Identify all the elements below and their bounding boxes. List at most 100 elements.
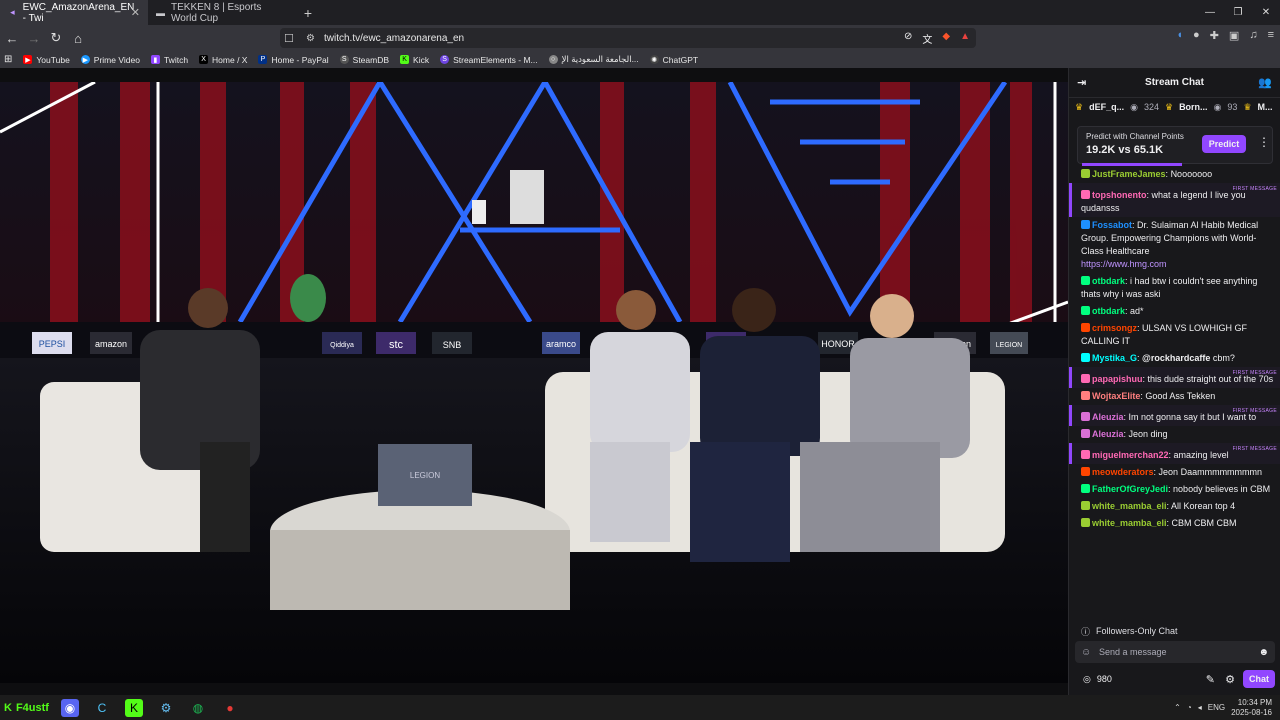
user-badge-icon bbox=[1081, 220, 1090, 229]
chat-username[interactable]: FatherOfGreyJedi bbox=[1092, 484, 1168, 494]
sidebar-icon[interactable]: ▣ bbox=[1229, 29, 1239, 42]
chat-text: nobody believes in CBM bbox=[1173, 484, 1271, 494]
bookmark-streamelements[interactable]: S StreamElements - M... bbox=[440, 55, 538, 65]
channel-points-icon[interactable]: ◎ bbox=[1083, 674, 1091, 685]
chat-username[interactable]: crimsongz bbox=[1092, 323, 1137, 333]
chat-mention[interactable]: @rockhardcaffe bbox=[1142, 353, 1210, 363]
user-badge-icon bbox=[1081, 353, 1090, 362]
info-icon: ⓘ bbox=[1081, 626, 1091, 637]
svg-text:HONOR: HONOR bbox=[821, 339, 855, 349]
minimize-button[interactable]: — bbox=[1196, 0, 1224, 25]
steam-icon[interactable]: ⚙ bbox=[157, 699, 175, 717]
chat-username[interactable]: otbdark bbox=[1092, 306, 1125, 316]
tab-bar: ◂ EWC_AmazonArena_EN - Twi ✕ ▬ TEKKEN 8 … bbox=[0, 0, 1280, 25]
address-bar[interactable]: ☐ ⚙ twitch.tv/ewc_amazonarena_en ⊘ 文 ◆ ▲ bbox=[280, 28, 976, 48]
taskbar-apps: ◉ C K ⚙ ◍ ● bbox=[60, 698, 239, 717]
chat-username[interactable]: Aleuzia bbox=[1092, 429, 1124, 439]
chat-username[interactable]: Fossabot bbox=[1092, 220, 1132, 230]
address-actions: ⊘ 文 ◆ ▲ bbox=[904, 31, 970, 46]
video-player[interactable]: PEPSI amazon aramco Qiddiya stc SNB aram… bbox=[0, 82, 1068, 683]
close-tab-icon[interactable]: ✕ bbox=[131, 6, 140, 19]
chatgpt-icon: ✺ bbox=[649, 55, 659, 64]
predict-value: 19.2K vs 65.1K bbox=[1086, 144, 1164, 156]
bookmark-icon[interactable]: ☐ bbox=[284, 32, 294, 45]
discord-icon[interactable]: ◉ bbox=[60, 698, 79, 717]
chevron-up-icon[interactable]: ⌃ bbox=[1174, 703, 1181, 712]
music-icon[interactable]: ♫ bbox=[1249, 29, 1257, 42]
chat-message: FIRST MESSAGE papapishuu: this dude strai… bbox=[1069, 367, 1280, 388]
first-message-flag: FIRST MESSAGE bbox=[1232, 446, 1277, 452]
pin-icon[interactable]: ✎ bbox=[1206, 673, 1215, 686]
sponsor-amazon: amazon bbox=[90, 332, 132, 354]
bookmark-steamdb[interactable]: S SteamDB bbox=[339, 55, 389, 65]
chat-text: CBM CBM CBM bbox=[1171, 518, 1237, 528]
chat-username[interactable]: meowderators bbox=[1092, 467, 1154, 477]
settings-icon[interactable]: ⚙ bbox=[1225, 673, 1235, 686]
taskbar-user[interactable]: K F4ustf bbox=[0, 702, 49, 714]
home-button[interactable]: ⌂ bbox=[68, 26, 88, 50]
translate-icon[interactable]: 文 bbox=[922, 31, 932, 46]
chat-input[interactable]: ☺ Send a message ☻ bbox=[1075, 641, 1275, 663]
more-options-icon[interactable]: ⋮ bbox=[1258, 135, 1270, 149]
chat-username[interactable]: Aleuzia bbox=[1092, 412, 1124, 422]
sponsor-legion: LEGION bbox=[990, 332, 1028, 354]
chat-username[interactable]: miguelmerchan22 bbox=[1092, 450, 1169, 460]
obs-icon[interactable]: ● bbox=[221, 699, 239, 717]
spotify-icon[interactable]: ◍ bbox=[189, 699, 207, 717]
bookmark-prime-video[interactable]: ▶ Prime Video bbox=[80, 55, 140, 65]
bookmark-chatgpt[interactable]: ✺ ChatGPT bbox=[649, 55, 698, 65]
tab-twitch[interactable]: ◂ EWC_AmazonArena_EN - Twi ✕ bbox=[0, 0, 148, 25]
maximize-button[interactable]: ❐ bbox=[1224, 0, 1252, 25]
bookmark-youtube[interactable]: ▶ YouTube bbox=[23, 55, 70, 65]
window-controls: — ❐ ✕ bbox=[1196, 0, 1280, 25]
collapse-chat-icon[interactable]: ⇥ bbox=[1077, 76, 1086, 89]
eye-icon: ◉ bbox=[1130, 101, 1138, 112]
chat-username[interactable]: JustFrameJames bbox=[1092, 169, 1166, 179]
predict-button[interactable]: Predict bbox=[1202, 135, 1246, 153]
site-info-icon[interactable]: ⚙ bbox=[306, 33, 315, 44]
toolbar: ← → ↻ ⌂ ☐ ⚙ twitch.tv/ewc_amazonarena_en… bbox=[0, 25, 1280, 51]
player-gap bbox=[0, 68, 1068, 82]
chat-username[interactable]: topshonento bbox=[1092, 190, 1147, 200]
tab-tekken[interactable]: ▬ TEKKEN 8 | Esports World Cup bbox=[148, 0, 296, 25]
chat-title: Stream Chat bbox=[1145, 77, 1204, 88]
chat-username[interactable]: white_mamba_eli bbox=[1092, 518, 1167, 528]
back-button[interactable]: ← bbox=[2, 26, 22, 50]
puzzle-icon[interactable]: ✚ bbox=[1210, 29, 1219, 42]
language-indicator[interactable]: ENG bbox=[1208, 703, 1225, 712]
wifi-icon[interactable]: ◔ bbox=[1187, 703, 1192, 712]
user-badge-icon bbox=[1081, 169, 1090, 178]
chat-username[interactable]: papapishuu bbox=[1092, 374, 1143, 384]
chat-username[interactable]: white_mamba_eli bbox=[1092, 501, 1167, 511]
users-icon[interactable]: 👥 bbox=[1258, 76, 1272, 89]
chat-send-button[interactable]: Chat bbox=[1243, 670, 1275, 688]
clock[interactable]: 10:34 PM 2025-08-16 bbox=[1231, 698, 1272, 718]
reload-button[interactable]: ↻ bbox=[46, 26, 66, 50]
chat-username[interactable]: otbdark bbox=[1092, 276, 1125, 286]
bookmark-twitch[interactable]: ▮ Twitch bbox=[150, 55, 188, 65]
chat-username[interactable]: WojtaxElite bbox=[1092, 391, 1140, 401]
bookmark-paypal[interactable]: P Home - PayPal bbox=[258, 55, 329, 65]
bookmarks-bar: ⊞ ▶ YouTube ▶ Prime Video ▮ Twitch X Home / … bbox=[0, 51, 1280, 68]
close-window-button[interactable]: ✕ bbox=[1252, 0, 1280, 25]
svg-text:aramco: aramco bbox=[546, 339, 576, 349]
bookmark-saudi-university[interactable]: ○ الجامعة السعودية الإ... bbox=[548, 54, 639, 65]
extension-icon[interactable]: ● bbox=[1193, 29, 1200, 42]
forward-button[interactable]: → bbox=[24, 26, 44, 50]
bookmark-x[interactable]: X Home / X bbox=[199, 55, 247, 65]
leaderboard[interactable]: ♛ dEF_q... ◉ 324 ♛ Born... ◉ 93 ♛ M... bbox=[1069, 98, 1280, 116]
rewards-icon[interactable]: ▲ bbox=[960, 31, 970, 46]
volume-icon[interactable]: ◂ bbox=[1198, 703, 1202, 712]
brave-shield-icon[interactable]: ◆ bbox=[942, 31, 950, 46]
new-tab-button[interactable]: + bbox=[296, 5, 320, 21]
browser-icon[interactable]: C bbox=[93, 699, 111, 717]
kick-app-icon[interactable]: K bbox=[124, 698, 143, 717]
menu-icon[interactable]: ≡ bbox=[1268, 29, 1274, 42]
apps-icon[interactable]: ⊞ bbox=[4, 54, 12, 65]
chat-username[interactable]: Mystika_G bbox=[1092, 353, 1137, 363]
mute-icon[interactable]: ⊘ bbox=[904, 31, 912, 46]
bookmark-kick[interactable]: K Kick bbox=[400, 55, 429, 65]
emote-icon[interactable]: ☻ bbox=[1258, 647, 1269, 658]
chat-link[interactable]: https://www.hmg.com bbox=[1081, 259, 1167, 269]
voice-icon[interactable]: ◖ bbox=[1176, 29, 1183, 42]
